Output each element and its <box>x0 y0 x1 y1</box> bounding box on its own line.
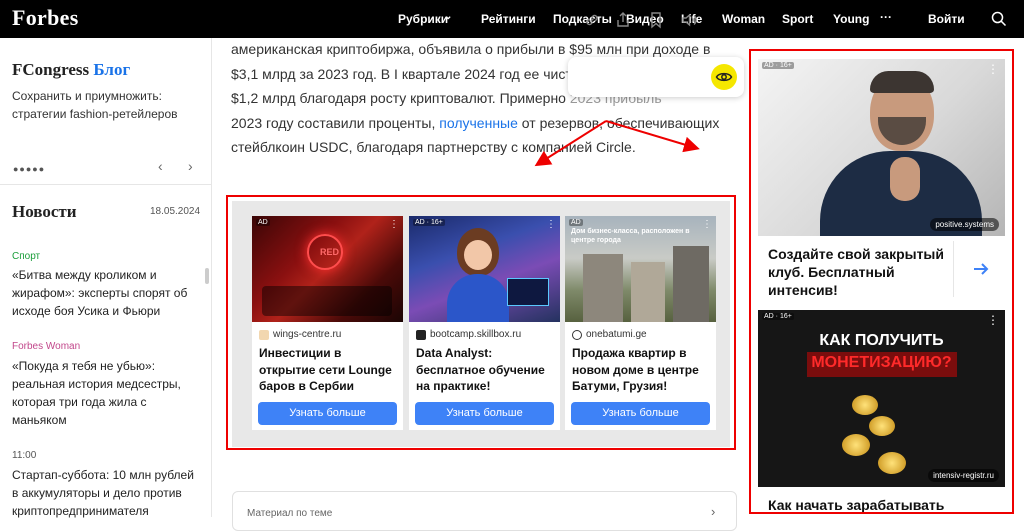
carousel-next-icon[interactable]: › <box>188 158 193 174</box>
top-navigation-bar: Forbes Рубрики ⌄ Рейтинги Подкасты Видео… <box>0 0 1024 38</box>
eye-icon <box>715 72 733 82</box>
news-item[interactable]: «Битва между кроликом и жирафом»: экспер… <box>12 266 197 320</box>
article-text: $1,2 млрд благодаря росту криптовалют. П… <box>231 90 570 106</box>
divider <box>0 184 212 185</box>
nav-young[interactable]: Young <box>833 12 869 26</box>
blog-title-main: FCongress <box>12 60 90 79</box>
news-category[interactable]: Forbes Woman <box>12 341 80 352</box>
news-date: 18.05.2024 <box>150 206 201 217</box>
blog-title-accent: Блог <box>93 60 131 79</box>
nav-rubrics[interactable]: Рубрики <box>398 12 448 26</box>
nav-sport[interactable]: Sport <box>782 12 813 26</box>
related-article-card[interactable]: Материал по теме › <box>232 491 737 531</box>
left-sidebar: FCongress Блог Сохранить и приумножить: … <box>0 38 212 520</box>
annotation-box <box>226 195 736 450</box>
blog-description[interactable]: Сохранить и приумножить: стратегии fashi… <box>12 87 202 123</box>
bookmark-icon[interactable] <box>647 11 665 29</box>
nav-more[interactable]: ··· <box>880 10 892 24</box>
news-time: 11:00 <box>12 450 37 461</box>
forbes-logo[interactable]: Forbes <box>12 5 79 31</box>
annotation-box <box>749 49 1014 514</box>
news-item[interactable]: Стартап-суббота: 10 млн рублей в аккумул… <box>12 466 197 520</box>
article-text: 2023 году составили проценты, <box>231 114 440 131</box>
nav-woman[interactable]: Woman <box>722 12 765 26</box>
news-item[interactable]: «Покуда я тебя не убью»: реальная истори… <box>12 357 197 429</box>
audio-icon[interactable] <box>680 11 698 29</box>
share-icon[interactable] <box>614 11 632 29</box>
chevron-down-icon: ⌄ <box>444 11 453 22</box>
carousel-prev-icon[interactable]: ‹ <box>158 158 163 174</box>
login-link[interactable]: Войти <box>928 12 965 26</box>
search-icon[interactable] <box>991 11 1007 27</box>
link-icon[interactable] <box>583 11 601 29</box>
news-category[interactable]: Спорт <box>12 251 40 262</box>
related-label: Материал по теме <box>247 508 333 519</box>
carousel-dots[interactable]: ●●●●● <box>13 164 45 174</box>
article-link[interactable]: полученные <box>439 115 518 131</box>
news-heading: Новости <box>12 202 77 221</box>
blog-title[interactable]: FCongress Блог <box>12 60 130 80</box>
article-body: американская криптобиржа, объявила о при… <box>231 41 720 155</box>
news-scrollbar[interactable] <box>205 268 209 284</box>
nav-ratings[interactable]: Рейтинги <box>481 12 536 26</box>
